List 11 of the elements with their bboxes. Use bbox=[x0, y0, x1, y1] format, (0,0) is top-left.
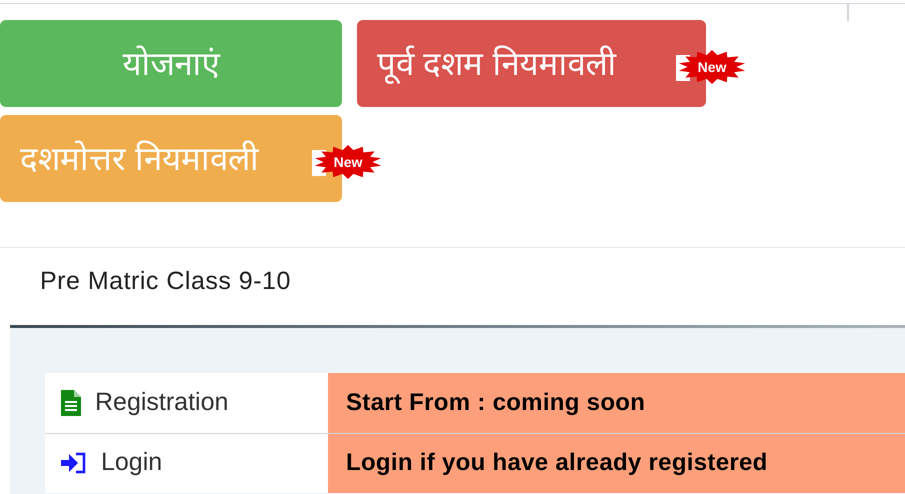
new-badge: New bbox=[312, 144, 384, 180]
new-badge: New bbox=[676, 49, 748, 85]
document-icon bbox=[61, 390, 81, 416]
menu-link[interactable]: Login bbox=[45, 434, 328, 492]
link-label[interactable]: Login bbox=[101, 444, 162, 482]
section-title: Pre Matric Class 9-10 bbox=[40, 266, 292, 297]
menu-link[interactable]: Registration bbox=[45, 372, 328, 432]
info-cell: Login if you have already registered bbox=[328, 434, 905, 492]
login-icon bbox=[61, 452, 87, 474]
info-cell: Start From : coming soon bbox=[328, 372, 905, 432]
link-label[interactable]: Registration bbox=[95, 384, 228, 422]
